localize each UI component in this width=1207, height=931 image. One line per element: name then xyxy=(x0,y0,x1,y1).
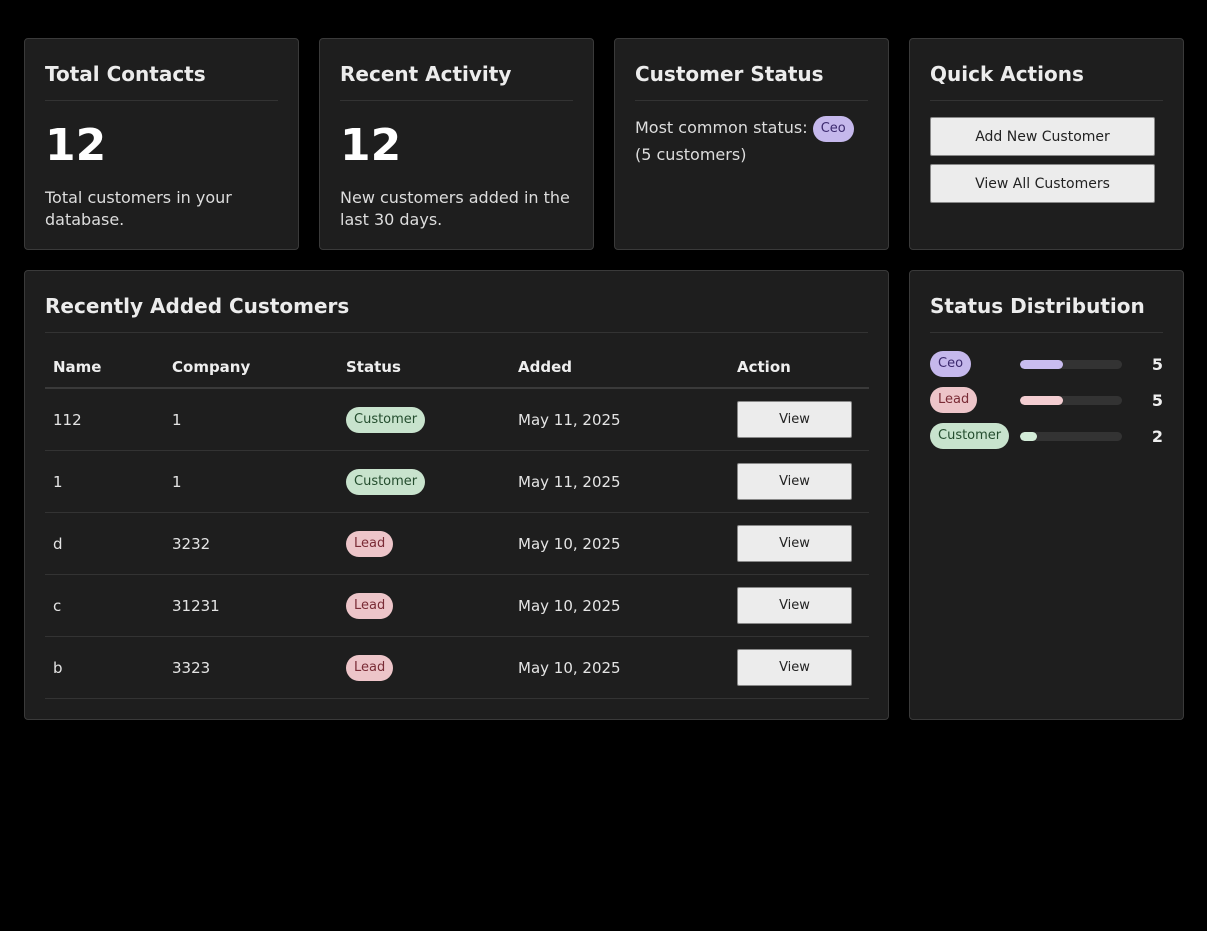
cell-company: 1 xyxy=(164,450,338,513)
cell-name: 112 xyxy=(45,388,164,451)
distribution-bar-track xyxy=(1019,359,1123,369)
cell-company: 1 xyxy=(164,388,338,451)
total-contacts-description: Total customers in your database. xyxy=(45,188,232,229)
distribution-count: 5 xyxy=(1151,390,1163,410)
status-distribution-list: Ceo 5 Lead 5 Customer 2 xyxy=(930,346,1163,454)
cell-company: 31231 xyxy=(164,574,338,637)
cell-name: c xyxy=(45,574,164,637)
cell-added: May 11, 2025 xyxy=(510,450,729,513)
distribution-row-customer: Customer 2 xyxy=(930,418,1163,454)
status-badge: Customer xyxy=(346,406,426,433)
table-row: 1 1 Customer May 11, 2025 View xyxy=(45,450,869,513)
column-header-added: Added xyxy=(510,347,729,389)
recent-activity-value: 12 xyxy=(340,120,402,171)
most-common-status-prefix: Most common status: xyxy=(635,118,808,137)
cell-name: 1 xyxy=(45,450,164,513)
status-badge: Lead xyxy=(346,530,394,557)
distribution-row-lead: Lead 5 xyxy=(930,382,1163,418)
total-contacts-title: Total Contacts xyxy=(45,39,278,101)
customer-status-title: Customer Status xyxy=(635,39,868,101)
cell-name: d xyxy=(45,512,164,575)
table-header-row: Name Company Status Added Action xyxy=(45,347,869,389)
recent-customers-card: Recently Added Customers Name Company St… xyxy=(24,270,889,720)
view-button[interactable]: View xyxy=(737,587,852,624)
distribution-bar-track xyxy=(1019,395,1123,405)
cell-company: 3323 xyxy=(164,636,338,699)
status-badge: Lead xyxy=(346,592,394,619)
quick-actions-card: Quick Actions Add New Customer View All … xyxy=(909,38,1184,250)
cell-name: b xyxy=(45,636,164,699)
distribution-count: 5 xyxy=(1151,354,1163,374)
quick-actions-title: Quick Actions xyxy=(930,39,1163,101)
status-badge: Lead xyxy=(930,387,978,413)
status-badge: Customer xyxy=(930,423,1010,449)
view-button[interactable]: View xyxy=(737,525,852,562)
recent-customers-title: Recently Added Customers xyxy=(45,271,868,333)
most-common-status-text: Most common status: Ceo (5 customers) xyxy=(635,115,868,168)
cell-added: May 10, 2025 xyxy=(510,574,729,637)
cell-added: May 10, 2025 xyxy=(510,512,729,575)
view-button[interactable]: View xyxy=(737,649,852,686)
total-contacts-card: Total Contacts 12 Total customers in you… xyxy=(24,38,299,250)
status-badge: Lead xyxy=(346,654,394,681)
total-contacts-value: 12 xyxy=(45,120,107,171)
cell-company: 3232 xyxy=(164,512,338,575)
column-header-name: Name xyxy=(45,347,164,389)
table-row: d 3232 Lead May 10, 2025 View xyxy=(45,512,869,575)
recent-activity-title: Recent Activity xyxy=(340,39,573,101)
view-all-customers-button[interactable]: View All Customers xyxy=(930,164,1155,203)
status-badge: Ceo xyxy=(930,351,972,377)
cell-added: May 11, 2025 xyxy=(510,388,729,451)
distribution-row-ceo: Ceo 5 xyxy=(930,346,1163,382)
distribution-count: 2 xyxy=(1151,426,1163,446)
column-header-action: Action xyxy=(729,347,869,389)
add-new-customer-button[interactable]: Add New Customer xyxy=(930,117,1155,156)
recent-activity-card: Recent Activity 12 New customers added i… xyxy=(319,38,594,250)
view-button[interactable]: View xyxy=(737,401,852,438)
distribution-bar-fill xyxy=(1019,431,1038,441)
table-row: b 3323 Lead May 10, 2025 View xyxy=(45,636,869,699)
distribution-bar-fill xyxy=(1019,359,1063,369)
cell-added: May 10, 2025 xyxy=(510,636,729,699)
distribution-bar-fill xyxy=(1019,395,1063,405)
view-button[interactable]: View xyxy=(737,463,852,500)
status-badge: Ceo xyxy=(812,115,854,142)
status-distribution-card: Status Distribution Ceo 5 Lead 5 Custome… xyxy=(909,270,1184,720)
most-common-status-suffix: (5 customers) xyxy=(635,144,747,164)
recent-activity-description: New customers added in the last 30 days. xyxy=(340,188,570,229)
customer-status-card: Customer Status Most common status: Ceo … xyxy=(614,38,889,250)
column-header-status: Status xyxy=(338,347,510,389)
status-distribution-title: Status Distribution xyxy=(930,271,1163,333)
table-row: 112 1 Customer May 11, 2025 View xyxy=(45,388,869,451)
table-row: c 31231 Lead May 10, 2025 View xyxy=(45,574,869,637)
distribution-bar-track xyxy=(1019,431,1123,441)
column-header-company: Company xyxy=(164,347,338,389)
customers-table: Name Company Status Added Action 112 1 C… xyxy=(45,347,869,699)
status-badge: Customer xyxy=(346,468,426,495)
